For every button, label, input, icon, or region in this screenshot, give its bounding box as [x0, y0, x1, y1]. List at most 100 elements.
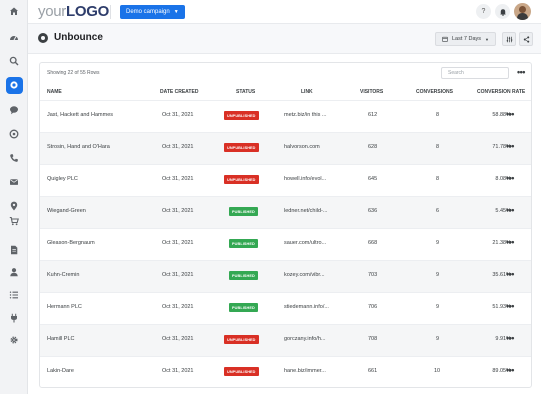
- bell-icon: [499, 8, 506, 16]
- row-conversions: 8: [436, 144, 440, 150]
- row-name: Hermann PLC: [47, 304, 82, 310]
- row-menu-icon[interactable]: •••: [506, 365, 514, 375]
- table-row[interactable]: Wiegand-Green Oct 31, 2021 PUBLISHED ledner…: [40, 196, 531, 228]
- chevron-down-icon: ▼: [485, 36, 489, 42]
- help-button[interactable]: ?: [476, 4, 491, 19]
- row-conversions: 6: [436, 208, 440, 214]
- column-header-conversions[interactable]: CONVERSIONS: [416, 89, 453, 95]
- row-link[interactable]: gorczany.info/h...: [284, 336, 325, 342]
- row-name: Wiegand-Green: [47, 208, 86, 214]
- rows-count-text: Showing 22 of 55 Rows: [47, 70, 100, 76]
- help-icon: ?: [481, 8, 486, 15]
- row-menu-icon[interactable]: •••: [506, 269, 514, 279]
- logo-divider: [110, 5, 111, 19]
- row-conversions: 9: [436, 336, 440, 342]
- avatar[interactable]: [514, 3, 531, 20]
- row-menu-icon[interactable]: •••: [506, 237, 514, 247]
- notifications-button[interactable]: [495, 4, 510, 19]
- date-range-dropdown[interactable]: Last 7 Days ▼: [434, 32, 496, 46]
- sidebar-item-settings[interactable]: [0, 330, 28, 350]
- row-menu-icon[interactable]: •••: [506, 109, 514, 119]
- row-visitors: 661: [368, 368, 378, 374]
- campaign-dropdown-button[interactable]: Demo campaign ▼: [120, 5, 185, 19]
- table-row[interactable]: Kuhn-Cremin Oct 31, 2021 PUBLISHED kozey.co…: [40, 260, 531, 292]
- status-badge: PUBLISHED: [229, 271, 258, 280]
- table-row[interactable]: Quigley PLC Oct 31, 2021 UNPUBLISHED howell…: [40, 164, 531, 196]
- row-link[interactable]: metz.biz/in this ...: [284, 112, 327, 118]
- sidebar-item-phone[interactable]: [0, 148, 28, 168]
- logo-prefix: your: [38, 3, 66, 20]
- mail-icon: [10, 179, 18, 185]
- sidebar-item-mail[interactable]: [0, 172, 28, 192]
- sidebar-item-home[interactable]: [0, 1, 28, 21]
- table-row[interactable]: Strosin, Hand and O'Hara Oct 31, 2021 UNPU…: [40, 132, 531, 164]
- row-date-created: Oct 31, 2021: [162, 208, 194, 214]
- row-link[interactable]: ledner.net/child-...: [284, 208, 327, 214]
- row-visitors: 612: [368, 112, 378, 118]
- page-title: Unbounce: [54, 32, 103, 43]
- whatsapp-icon: [9, 129, 19, 139]
- table-row[interactable]: Lakin-Dare Oct 31, 2021 UNPUBLISHED hane.bi…: [40, 356, 531, 388]
- row-link[interactable]: hane.biz/immer...: [284, 368, 326, 374]
- search-icon: [9, 56, 19, 66]
- row-name: Lakin-Dare: [47, 368, 74, 374]
- table-row[interactable]: Jast, Hackett and Hammes Oct 31, 2021 UNPU…: [40, 100, 531, 132]
- table-row[interactable]: Hermann PLC Oct 31, 2021 PUBLISHED stiedema…: [40, 292, 531, 324]
- more-options-icon[interactable]: •••: [517, 67, 525, 77]
- column-header-conversion-rate[interactable]: CONVERSION RATE: [477, 89, 525, 95]
- column-header-visitors[interactable]: VISITORS: [360, 89, 383, 95]
- column-header-link[interactable]: LINK: [301, 89, 313, 95]
- row-link[interactable]: stiedemann.info/...: [284, 304, 329, 310]
- row-menu-icon[interactable]: •••: [506, 301, 514, 311]
- row-conversions: 10: [434, 368, 441, 374]
- chat-icon: [10, 106, 18, 115]
- column-header-date-created[interactable]: DATE CREATED: [160, 89, 198, 95]
- row-date-created: Oct 31, 2021: [162, 336, 194, 342]
- row-link[interactable]: sauer.com/ultro...: [284, 240, 326, 246]
- row-link[interactable]: halvorson.com: [284, 144, 320, 150]
- sliders-icon: [506, 36, 512, 42]
- status-badge: UNPUBLISHED: [224, 367, 259, 376]
- app-logo[interactable]: yourLOGO: [38, 3, 109, 20]
- sidebar-item-unbounce[interactable]: [0, 75, 28, 95]
- row-menu-icon[interactable]: •••: [506, 141, 514, 151]
- row-name: Jast, Hackett and Hammes: [47, 112, 114, 118]
- row-conversions: 9: [436, 240, 440, 246]
- row-menu-icon[interactable]: •••: [506, 205, 514, 215]
- top-bar: yourLOGO Demo campaign ▼ ?: [28, 0, 541, 24]
- row-link[interactable]: howell.info/evol...: [284, 176, 326, 182]
- location-icon: [10, 201, 18, 211]
- sidebar-item-cart[interactable]: [0, 211, 28, 231]
- row-menu-icon[interactable]: •••: [506, 333, 514, 343]
- table-row[interactable]: Gleason-Bergnaum Oct 31, 2021 PUBLISHED sau…: [40, 228, 531, 260]
- sidebar-item-documents[interactable]: [0, 240, 28, 260]
- logo-bold: LOGO: [65, 3, 109, 20]
- share-button[interactable]: [519, 32, 533, 46]
- row-menu-icon[interactable]: •••: [506, 173, 514, 183]
- sidebar-item-chat[interactable]: [0, 100, 28, 120]
- column-header-name[interactable]: NAME: [47, 89, 62, 95]
- user-icon: [10, 268, 18, 277]
- search-input[interactable]: [441, 67, 509, 79]
- sidebar-item-whatsapp[interactable]: [0, 124, 28, 144]
- status-badge: PUBLISHED: [229, 207, 258, 216]
- filter-button[interactable]: [502, 32, 516, 46]
- row-conversions: 9: [436, 272, 440, 278]
- share-icon: [523, 35, 529, 43]
- status-badge: PUBLISHED: [229, 239, 258, 248]
- row-date-created: Oct 31, 2021: [162, 240, 194, 246]
- settings-icon: [10, 336, 18, 344]
- sidebar-item-search[interactable]: [0, 51, 28, 71]
- sidebar-item-list[interactable]: [0, 285, 28, 305]
- target-icon: [10, 81, 18, 89]
- row-visitors: 645: [368, 176, 378, 182]
- sidebar-item-integrations[interactable]: [0, 308, 28, 328]
- chevron-down-icon: ▼: [173, 9, 179, 15]
- column-header-status[interactable]: STATUS: [236, 89, 255, 95]
- row-link[interactable]: kozey.com/vibr...: [284, 272, 325, 278]
- table-row[interactable]: Hamill PLC Oct 31, 2021 UNPUBLISHED gorczan…: [40, 324, 531, 356]
- sidebar-item-dashboard[interactable]: [0, 27, 28, 47]
- row-date-created: Oct 31, 2021: [162, 368, 194, 374]
- sidebar-item-users[interactable]: [0, 262, 28, 282]
- plug-icon: [11, 313, 17, 323]
